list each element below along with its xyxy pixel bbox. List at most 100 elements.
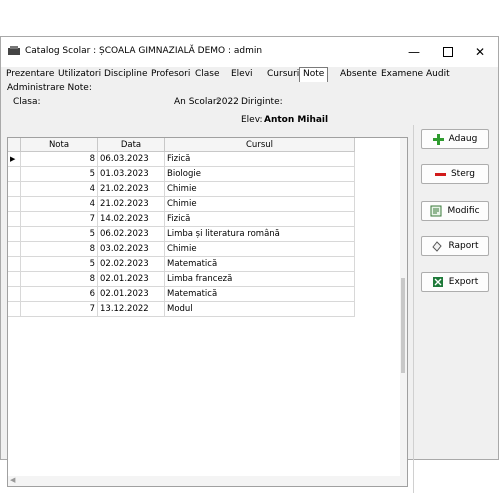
table-row[interactable]: 7 14.02.2023 Fizică bbox=[8, 211, 355, 227]
horizontal-scrollbar[interactable]: ◀ bbox=[8, 476, 400, 486]
tab-cursuri[interactable]: Cursuri bbox=[267, 68, 299, 81]
cell-cursul[interactable]: Biologie bbox=[164, 166, 355, 182]
cell-nota[interactable]: 5 bbox=[20, 226, 98, 242]
cell-nota[interactable]: 8 bbox=[20, 151, 98, 167]
excel-icon bbox=[432, 277, 443, 287]
export-button[interactable]: Export bbox=[421, 272, 489, 292]
cell-data[interactable]: 06.03.2023 bbox=[97, 151, 165, 167]
notes-table: Nota Data Cursul ▶ 8 06.03.2023 Fizică 5… bbox=[8, 138, 355, 317]
cell-nota[interactable]: 4 bbox=[20, 196, 98, 212]
row-selector[interactable] bbox=[8, 211, 21, 227]
actions-panel: Adaug Sterg Modific Raport Export bbox=[413, 125, 499, 493]
row-selector[interactable] bbox=[8, 271, 21, 287]
table-row[interactable]: 8 02.01.2023 Limba franceză bbox=[8, 271, 355, 287]
table-header-row: Nota Data Cursul bbox=[8, 138, 355, 152]
add-button[interactable]: Adaug bbox=[421, 129, 489, 149]
row-selector[interactable] bbox=[8, 166, 21, 182]
minimize-icon: — bbox=[408, 45, 420, 59]
vertical-scroll-thumb[interactable] bbox=[401, 278, 405, 373]
cell-cursul[interactable]: Chimie bbox=[164, 196, 355, 212]
cell-data[interactable]: 13.12.2022 bbox=[97, 301, 165, 317]
cell-cursul[interactable]: Chimie bbox=[164, 241, 355, 257]
table-row[interactable]: 4 21.02.2023 Chimie bbox=[8, 196, 355, 212]
delete-button[interactable]: Sterg bbox=[421, 164, 489, 184]
cell-cursul[interactable]: Matematică bbox=[164, 286, 355, 302]
row-header-corner bbox=[8, 138, 21, 152]
tab-absente[interactable]: Absente bbox=[340, 68, 377, 81]
tab-audit[interactable]: Audit bbox=[426, 68, 450, 81]
cell-nota[interactable]: 7 bbox=[20, 211, 98, 227]
cell-cursul[interactable]: Fizică bbox=[164, 211, 355, 227]
cell-cursul[interactable]: Matematică bbox=[164, 256, 355, 272]
cell-nota[interactable]: 6 bbox=[20, 286, 98, 302]
edit-button[interactable]: Modific bbox=[421, 201, 489, 221]
cell-data[interactable]: 06.02.2023 bbox=[97, 226, 165, 242]
title-bar: Catalog Scolar : ȘCOALA GIMNAZIALĂ DEMO … bbox=[1, 37, 498, 67]
column-header-nota[interactable]: Nota bbox=[20, 138, 98, 152]
row-selector[interactable] bbox=[8, 256, 21, 272]
cell-nota[interactable]: 4 bbox=[20, 181, 98, 197]
cell-data[interactable]: 14.02.2023 bbox=[97, 211, 165, 227]
row-selector[interactable] bbox=[8, 301, 21, 317]
cell-data[interactable]: 02.01.2023 bbox=[97, 271, 165, 287]
tab-note[interactable]: Note bbox=[299, 67, 329, 82]
panel-heading: Administrare Note: bbox=[7, 83, 92, 93]
row-selector[interactable] bbox=[8, 181, 21, 197]
row-selector[interactable] bbox=[8, 226, 21, 242]
notes-grid[interactable]: Nota Data Cursul ▶ 8 06.03.2023 Fizică 5… bbox=[7, 137, 408, 487]
row-selector-current[interactable]: ▶ bbox=[8, 151, 21, 167]
tab-utilizatori[interactable]: Utilizatori bbox=[58, 68, 101, 81]
cell-data[interactable]: 02.01.2023 bbox=[97, 286, 165, 302]
tab-clase[interactable]: Clase bbox=[195, 68, 220, 81]
table-row[interactable]: 5 02.02.2023 Matematică bbox=[8, 256, 355, 272]
cell-data[interactable]: 01.03.2023 bbox=[97, 166, 165, 182]
table-row[interactable]: 6 02.01.2023 Matematică bbox=[8, 286, 355, 302]
table-row[interactable]: 8 03.02.2023 Chimie bbox=[8, 241, 355, 257]
cell-data[interactable]: 03.02.2023 bbox=[97, 241, 165, 257]
app-icon bbox=[8, 46, 20, 55]
edit-document-icon bbox=[430, 205, 442, 217]
cell-cursul[interactable]: Limba și literatura română bbox=[164, 226, 355, 242]
cell-nota[interactable]: 5 bbox=[20, 166, 98, 182]
table-row[interactable]: 4 21.02.2023 Chimie bbox=[8, 181, 355, 197]
cell-data[interactable]: 02.02.2023 bbox=[97, 256, 165, 272]
column-header-data[interactable]: Data bbox=[97, 138, 165, 152]
tab-examene[interactable]: Examene bbox=[381, 68, 423, 81]
cell-nota[interactable]: 7 bbox=[20, 301, 98, 317]
tab-prezentare[interactable]: Prezentare bbox=[6, 68, 54, 81]
row-selector[interactable] bbox=[8, 286, 21, 302]
app-window: Catalog Scolar : ȘCOALA GIMNAZIALĂ DEMO … bbox=[0, 36, 499, 493]
cell-cursul[interactable]: Chimie bbox=[164, 181, 355, 197]
cell-nota[interactable]: 5 bbox=[20, 256, 98, 272]
vertical-scrollbar[interactable] bbox=[400, 138, 407, 486]
edit-button-label: Modific bbox=[447, 206, 480, 216]
tab-discipline[interactable]: Discipline bbox=[104, 68, 148, 81]
cell-cursul[interactable]: Limba franceză bbox=[164, 271, 355, 287]
report-button-label: Raport bbox=[448, 241, 479, 251]
row-selector[interactable] bbox=[8, 241, 21, 257]
table-row[interactable]: ▶ 8 06.03.2023 Fizică bbox=[8, 151, 355, 167]
column-header-cursul[interactable]: Cursul bbox=[164, 138, 355, 152]
tab-bar: Prezentare Utilizatori Discipline Profes… bbox=[1, 67, 498, 83]
scroll-left-arrow-icon[interactable]: ◀ bbox=[10, 476, 15, 484]
cell-data[interactable]: 21.02.2023 bbox=[97, 181, 165, 197]
elev-value: Anton Mihail bbox=[264, 115, 329, 125]
close-button[interactable]: ✕ bbox=[465, 41, 495, 63]
tab-profesori[interactable]: Profesori bbox=[151, 68, 190, 81]
row-selector[interactable] bbox=[8, 196, 21, 212]
table-row[interactable]: 7 13.12.2022 Modul bbox=[8, 301, 355, 317]
table-row[interactable]: 5 01.03.2023 Biologie bbox=[8, 166, 355, 182]
maximize-icon bbox=[443, 47, 453, 57]
report-button[interactable]: Raport bbox=[421, 236, 489, 256]
cell-cursul[interactable]: Fizică bbox=[164, 151, 355, 167]
cell-cursul[interactable]: Modul bbox=[164, 301, 355, 317]
cell-data[interactable]: 21.02.2023 bbox=[97, 196, 165, 212]
cell-nota[interactable]: 8 bbox=[20, 241, 98, 257]
cell-nota[interactable]: 8 bbox=[20, 271, 98, 287]
export-button-label: Export bbox=[448, 277, 479, 287]
current-row-arrow-icon: ▶ bbox=[10, 155, 16, 163]
tab-elevi[interactable]: Elevi bbox=[231, 68, 253, 81]
maximize-button[interactable] bbox=[433, 41, 463, 63]
minimize-button[interactable]: — bbox=[399, 41, 429, 63]
table-row[interactable]: 5 06.02.2023 Limba și literatura română bbox=[8, 226, 355, 242]
